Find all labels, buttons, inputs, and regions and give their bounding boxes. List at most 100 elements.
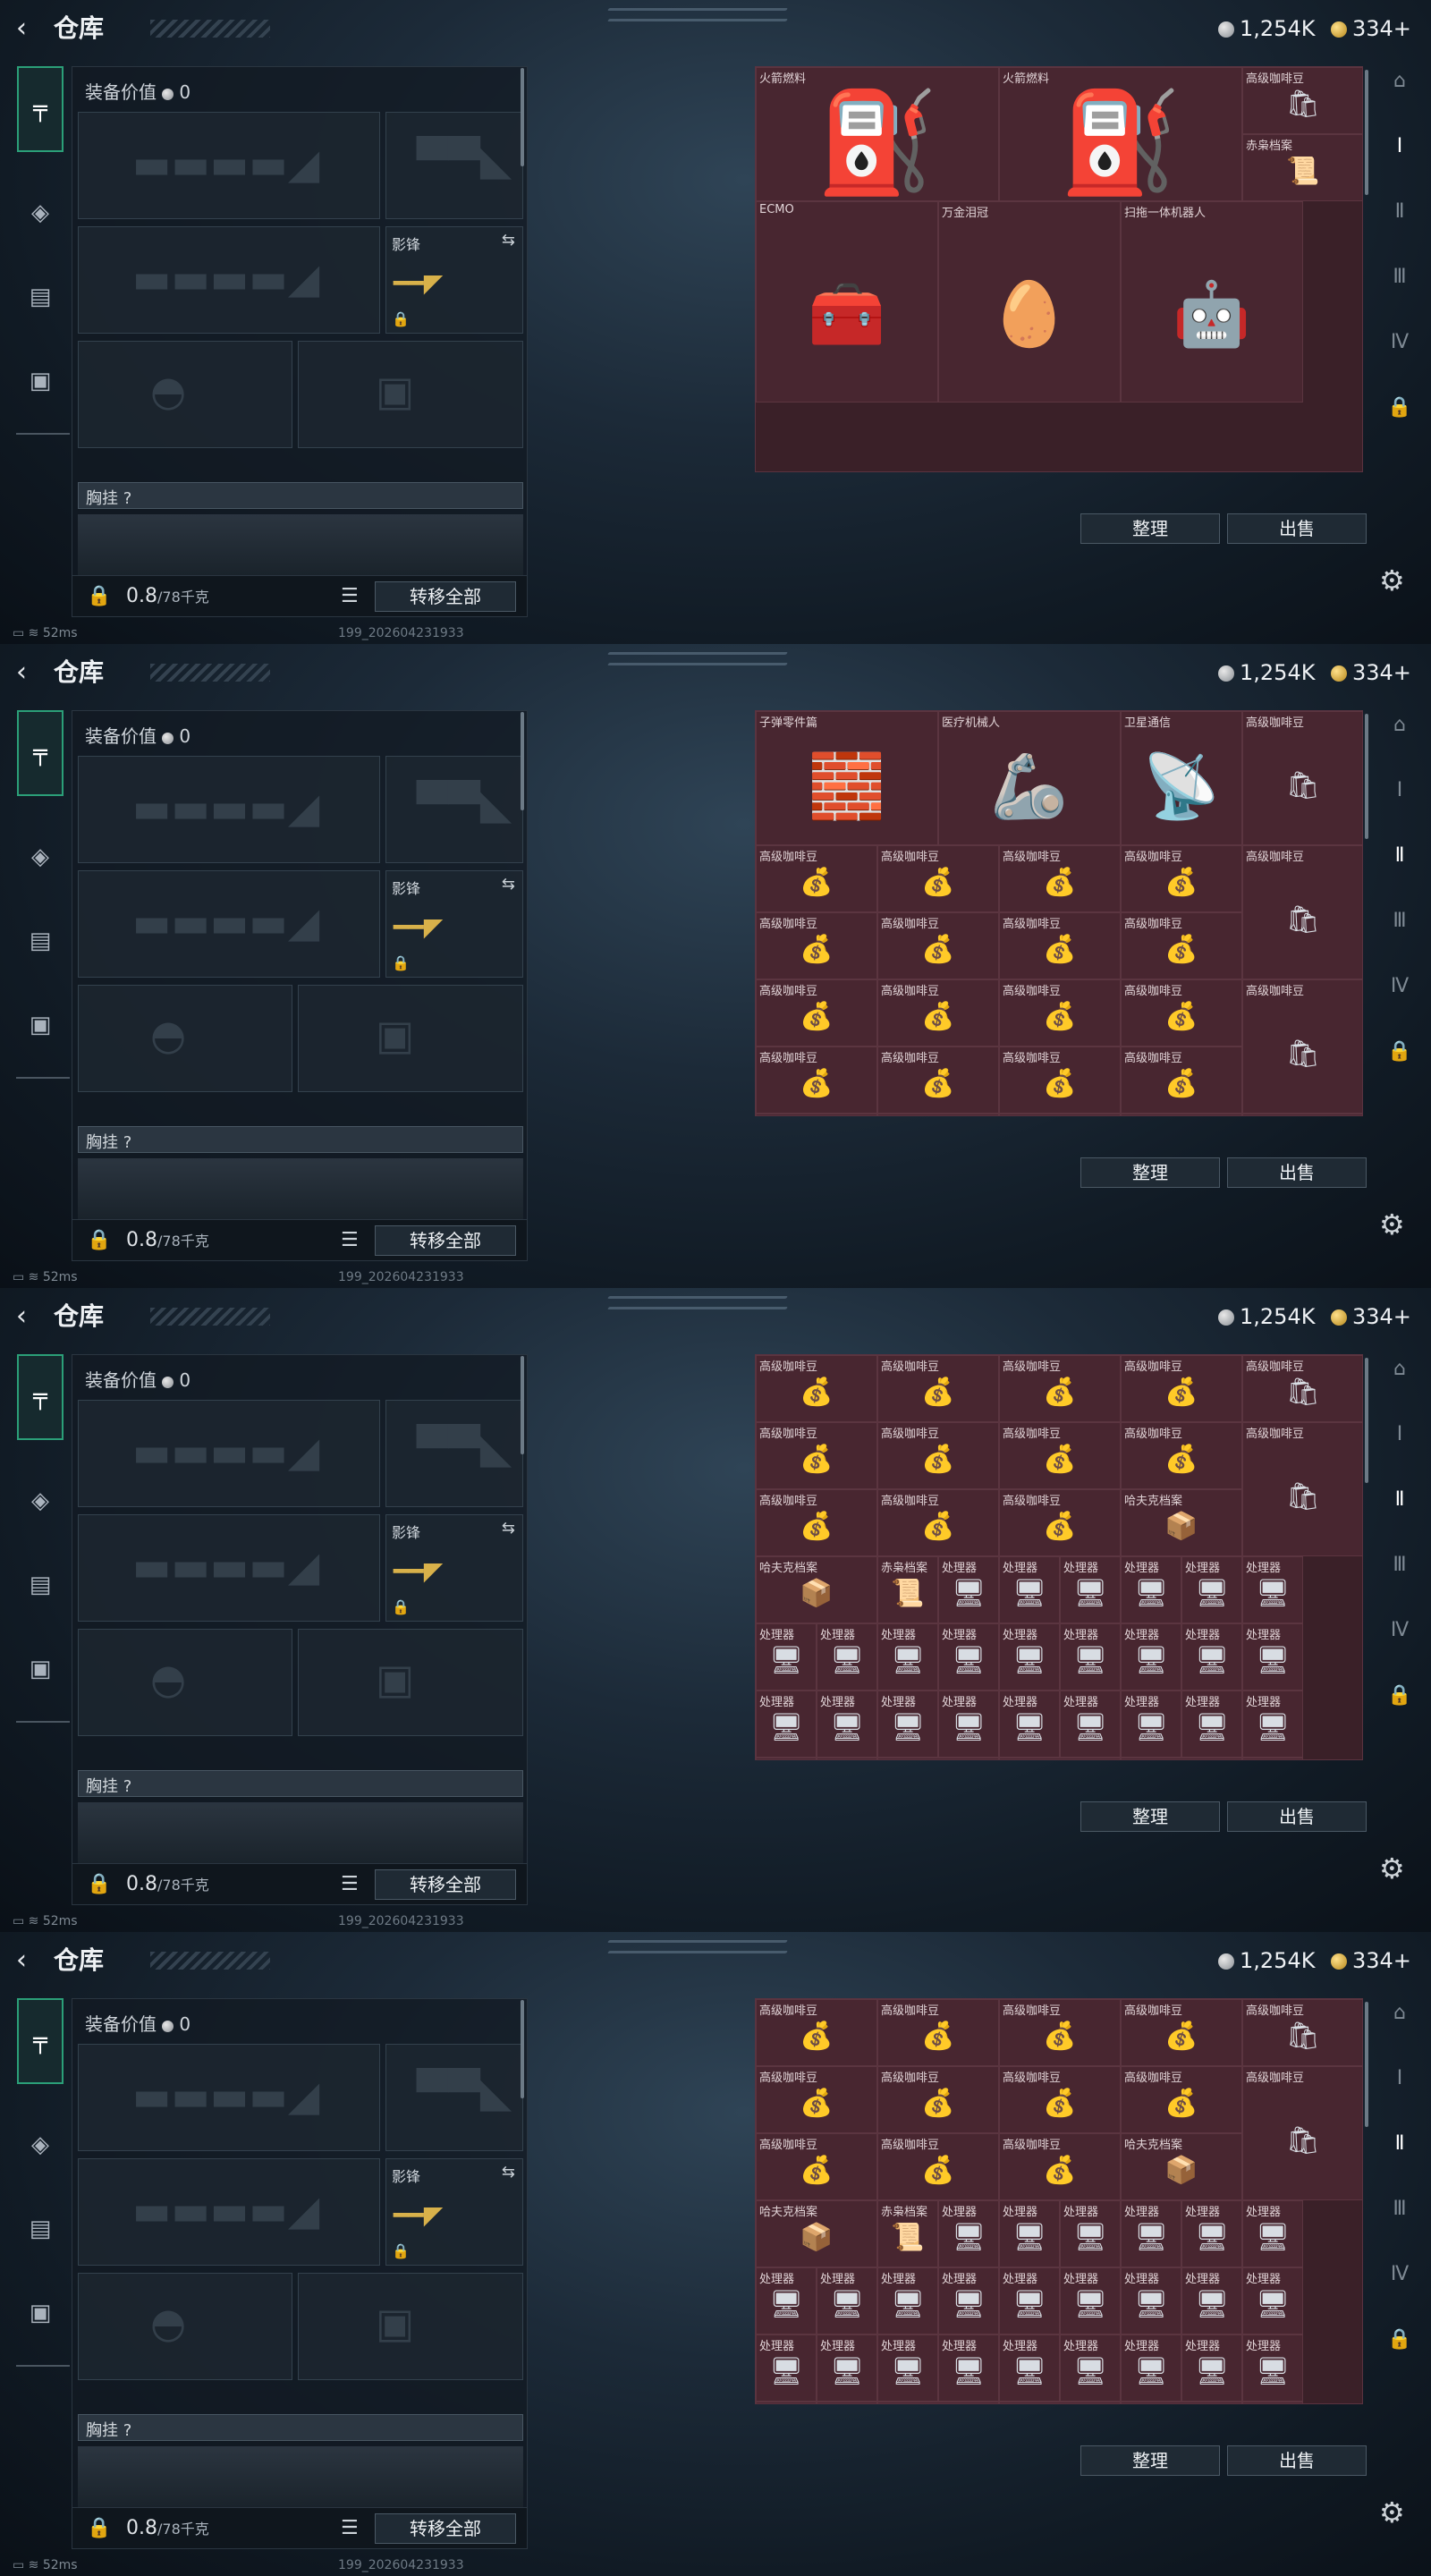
sort-button[interactable]: 整理 <box>1080 2445 1220 2476</box>
list-icon[interactable]: ☰ <box>341 1229 359 1251</box>
i-icon[interactable]: Ⅰ <box>1382 1416 1418 1452</box>
stash-item[interactable]: 高级咖啡豆 💰 <box>756 1999 877 2066</box>
sort-button[interactable]: 整理 <box>1080 1801 1220 1832</box>
stash-item[interactable]: 高级咖啡豆 💰 <box>1121 912 1242 979</box>
stash-item[interactable]: 处理器🖥 <box>1181 1556 1242 1623</box>
stash-item[interactable]: 六套福袋🧧 <box>1242 1758 1303 1759</box>
back-arrow-icon[interactable]: ‹ <box>16 1946 27 1975</box>
stash-item[interactable]: 处理器🖥 <box>817 2402 877 2403</box>
stash-item[interactable]: 高级咖啡豆 💰 <box>756 845 877 912</box>
list-icon[interactable]: ☰ <box>341 1873 359 1895</box>
stash-item[interactable]: 赤枭档案 📜 <box>877 2200 938 2267</box>
stash-item[interactable]: 赤枭档案 📜 <box>877 1556 938 1623</box>
stash-item[interactable]: 子弹零件篇 🧱 <box>756 711 938 845</box>
iv-icon[interactable]: Ⅳ <box>1382 2256 1418 2292</box>
stash-item[interactable]: 哈夫克档案 📦 <box>756 2200 877 2267</box>
stash-item[interactable]: 卫星通信 📡 <box>1121 711 1242 845</box>
stash-item[interactable]: 处理器🖥 <box>999 1556 1060 1623</box>
stash-item[interactable]: 处理器🖥 <box>817 1623 877 1690</box>
stash-item[interactable]: 扫拖一体机器人 🤖 <box>1121 201 1303 402</box>
stash-item[interactable]: 处理器🖥 <box>877 1623 938 1690</box>
stash-item[interactable]: 处理器🖥 <box>1242 1623 1303 1690</box>
stash-item[interactable]: 处理器🖥 <box>1242 2267 1303 2334</box>
list-icon[interactable]: ☰ <box>341 585 359 607</box>
stash-item[interactable]: 处理器🖥 <box>1242 2334 1303 2402</box>
back-arrow-icon[interactable]: ‹ <box>16 1302 27 1331</box>
helmet-slot[interactable]: ◓ <box>78 341 292 448</box>
ii-icon[interactable]: Ⅱ <box>1382 2125 1418 2161</box>
stash-item[interactable]: 哈夫克档案 📦 <box>1121 2133 1242 2200</box>
stash-item[interactable]: 赤枭档案 📜 <box>1242 134 1362 201</box>
stash-item[interactable]: 高级咖啡豆 💰 <box>999 1489 1121 1556</box>
stash-item[interactable]: 处理器🖥 <box>1181 1623 1242 1690</box>
stash-item[interactable]: 炫彩猫小宠🧸 <box>999 1758 1121 1759</box>
melee-slot[interactable]: 影锋 ⇆ ━━◤ 🔒 <box>385 2158 523 2266</box>
stash-item[interactable]: 高级咖啡豆 💰 <box>999 979 1121 1046</box>
back-arrow-icon[interactable]: ‹ <box>16 14 27 43</box>
lock-icon[interactable]: 🔒 <box>87 1873 111 1895</box>
stash-item[interactable]: 处理器🖥 <box>938 2334 999 2402</box>
transfer-all-button[interactable]: 转移全部 <box>375 2513 516 2544</box>
iv-icon[interactable]: Ⅳ <box>1382 324 1418 360</box>
stash-item[interactable]: 处理器🖥 <box>756 2334 817 2402</box>
sort-button[interactable]: 整理 <box>1080 513 1220 544</box>
stash-item[interactable]: 高级咖啡豆 🛍 <box>1242 1355 1362 1422</box>
stash-item[interactable]: 高级咖啡豆 💰 <box>877 1999 999 2066</box>
stash-item[interactable]: 处理器🖥 <box>1121 1556 1181 1623</box>
chest-rig-slot[interactable] <box>78 2446 523 2507</box>
briefcase-icon[interactable]: ▣ <box>17 2290 64 2336</box>
ii-icon[interactable]: Ⅱ <box>1382 193 1418 229</box>
stash-item[interactable]: 高级咖啡豆 💰 <box>999 1999 1121 2066</box>
gear-icon[interactable]: ⚙ <box>1379 2496 1405 2529</box>
lock-icon[interactable]: 🔒 <box>1382 1033 1418 1069</box>
stash-item[interactable]: 处理器🖥 <box>877 1690 938 1758</box>
stash-item[interactable]: 高级咖啡豆 💰 <box>756 912 877 979</box>
armor-slot[interactable]: ▣ <box>298 2273 523 2380</box>
primary-weapon-slot[interactable]: ▬▬▬▬◢ <box>78 756 380 863</box>
sell-button[interactable]: 出售 <box>1227 513 1367 544</box>
swap-icon[interactable]: ⇆ <box>502 231 515 250</box>
melee-slot[interactable]: 影锋 ⇆ ━━◤ 🔒 <box>385 1514 523 1622</box>
stash-item[interactable]: 高级咖啡豆 💰 <box>1121 979 1242 1046</box>
secondary-weapon-slot[interactable]: ▬▬▬▬◢ <box>78 226 380 334</box>
stash-item[interactable]: 高级咖啡豆 💰 <box>877 1046 999 1114</box>
stash-item[interactable]: 处理器🖥 <box>1060 2267 1121 2334</box>
loadout-scrollbar[interactable] <box>521 712 524 810</box>
stash-item[interactable]: 处理器🖥 <box>999 2267 1060 2334</box>
arch-icon[interactable]: ⌂ <box>1382 707 1418 742</box>
stash-item[interactable]: 哈夫克档案 📦 <box>1121 1489 1242 1556</box>
stash-item[interactable]: 高级咖啡豆 🛍 <box>1242 1999 1362 2066</box>
transfer-all-button[interactable]: 转移全部 <box>375 1869 516 1900</box>
stash-item[interactable]: 处理器🖥 <box>1242 2200 1303 2267</box>
i-icon[interactable]: Ⅰ <box>1382 128 1418 164</box>
stash-item[interactable]: 处理器🖥 <box>817 2334 877 2402</box>
helmet-slot[interactable]: ◓ <box>78 2273 292 2380</box>
briefcase-icon[interactable]: ▣ <box>17 1646 64 1692</box>
stash-item[interactable]: 高级咖啡豆 💰 <box>999 1355 1121 1422</box>
stash-item[interactable]: 高级咖啡豆 💰 <box>877 1422 999 1489</box>
iv-icon[interactable]: Ⅳ <box>1382 1612 1418 1648</box>
iii-icon[interactable]: Ⅲ <box>1382 258 1418 294</box>
sell-button[interactable]: 出售 <box>1227 2445 1367 2476</box>
stash-item[interactable]: 高级咖啡豆 💰 <box>999 1422 1121 1489</box>
stash-item[interactable]: 高级咖啡豆 💰 <box>1121 1355 1242 1422</box>
pistol-slot[interactable]: ▀▀◣ <box>385 1400 523 1507</box>
stash-item[interactable]: 处理器🖥 <box>938 1556 999 1623</box>
transfer-all-button[interactable]: 转移全部 <box>375 1225 516 1256</box>
arch-icon[interactable]: ⌂ <box>1382 1351 1418 1386</box>
swap-icon[interactable]: ⇆ <box>502 875 515 894</box>
ii-icon[interactable]: Ⅱ <box>1382 837 1418 873</box>
loadout-scrollbar[interactable] <box>521 2000 524 2098</box>
stash-item[interactable]: 火箭燃料 ⛽ <box>756 67 999 201</box>
stash-item[interactable]: 处理器🖥 <box>817 2267 877 2334</box>
stash-item[interactable]: 红鲤王🐟 <box>877 1758 999 1759</box>
stash-scrollbar[interactable] <box>1365 70 1368 195</box>
stash-item[interactable]: 处理器🖥 <box>1121 1623 1181 1690</box>
stash-item[interactable]: 处理器🖥 <box>1181 2334 1242 2402</box>
secondary-weapon-slot[interactable]: ▬▬▬▬◢ <box>78 870 380 978</box>
helmet-slot[interactable]: ◓ <box>78 985 292 1092</box>
pistol-slot[interactable]: ▀▀◣ <box>385 756 523 863</box>
stash-item[interactable]: 高级咖啡豆 💰 <box>756 1046 877 1114</box>
clipboard-icon[interactable]: ▤ <box>17 918 64 964</box>
stash-item[interactable]: 处理器🖥 <box>1121 2200 1181 2267</box>
